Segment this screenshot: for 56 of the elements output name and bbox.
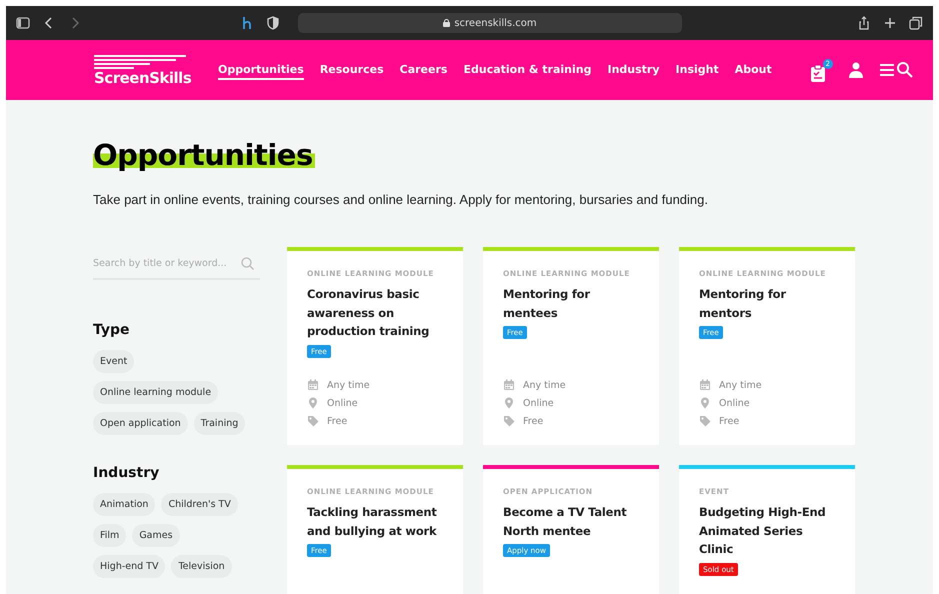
intro-text: Take part in online events, training courses and online learning. Apply for mentoring, bursaries and funding.: [93, 192, 709, 207]
nav-link[interactable]: Industry: [607, 60, 660, 80]
card-detail: Free: [719, 416, 740, 426]
card-detail: Online: [719, 398, 750, 408]
card-detail: Any time: [719, 380, 762, 390]
plus-icon[interactable]: [883, 16, 897, 30]
nav-link[interactable]: Careers: [400, 60, 448, 80]
card-detail: Any time: [327, 380, 370, 390]
card-title[interactable]: Mentoring for mentors: [699, 285, 835, 322]
card-detail: Online: [327, 398, 358, 408]
card-title[interactable]: Tackling harassment and bullying at work: [307, 503, 443, 540]
menu-search-icon[interactable]: [878, 61, 913, 79]
nav-link[interactable]: Insight: [676, 60, 719, 80]
filter-chip[interactable]: Games: [132, 524, 180, 547]
filter-chip[interactable]: Online learning module: [93, 381, 218, 404]
calendar-icon: [503, 379, 515, 391]
shield-icon[interactable]: [266, 16, 280, 30]
user-icon[interactable]: [848, 62, 863, 78]
card-detail: Any time: [523, 380, 566, 390]
extension-icon[interactable]: [240, 16, 254, 30]
filter-chip[interactable]: Event: [93, 350, 134, 373]
calendar-icon: [307, 379, 319, 391]
filter-chip[interactable]: Animation: [93, 493, 156, 516]
card-detail: Free: [523, 416, 544, 426]
card-detail: Free: [327, 416, 348, 426]
filter-chip[interactable]: Film: [93, 524, 126, 547]
filter-heading: Industry: [93, 465, 160, 481]
filter-chip[interactable]: Open application: [93, 412, 188, 435]
card-title[interactable]: Coronavirus basic awareness on production training: [307, 285, 443, 340]
search-field[interactable]: Search by title or keyword...: [93, 258, 233, 269]
filter-chip[interactable]: Children's TV: [161, 493, 238, 516]
card-detail: Online: [523, 398, 554, 408]
filter-chip[interactable]: Television: [171, 555, 232, 578]
tag-icon: [307, 415, 319, 427]
logo[interactable]: ScreenSkills: [94, 54, 204, 86]
location-pin-icon: [699, 397, 711, 409]
lock-icon: [443, 19, 450, 27]
location-pin-icon: [503, 397, 515, 409]
card-title[interactable]: Budgeting High-End Animated Series Clinic: [699, 503, 835, 558]
share-icon[interactable]: [857, 16, 871, 30]
address-bar[interactable]: screenskills.com: [298, 13, 682, 33]
nav-link[interactable]: Education & training: [463, 60, 592, 80]
location-pin-icon: [307, 397, 319, 409]
nav-link[interactable]: Opportunities: [218, 60, 304, 80]
filter-chip[interactable]: High-end TV: [93, 555, 166, 578]
tag-icon: [503, 415, 515, 427]
filter-heading: Type: [93, 322, 131, 338]
nav-link[interactable]: About: [734, 60, 772, 80]
filter-chip[interactable]: Training: [194, 412, 246, 435]
nav-link[interactable]: Resources: [320, 60, 384, 80]
card-title[interactable]: Become a TV Talent North mentee: [503, 503, 639, 540]
tag-icon: [699, 415, 711, 427]
tabs-icon[interactable]: [909, 16, 923, 30]
sidebar-icon[interactable]: [16, 16, 30, 30]
calendar-icon: [699, 379, 711, 391]
card-title[interactable]: Mentoring for mentees: [503, 285, 639, 322]
